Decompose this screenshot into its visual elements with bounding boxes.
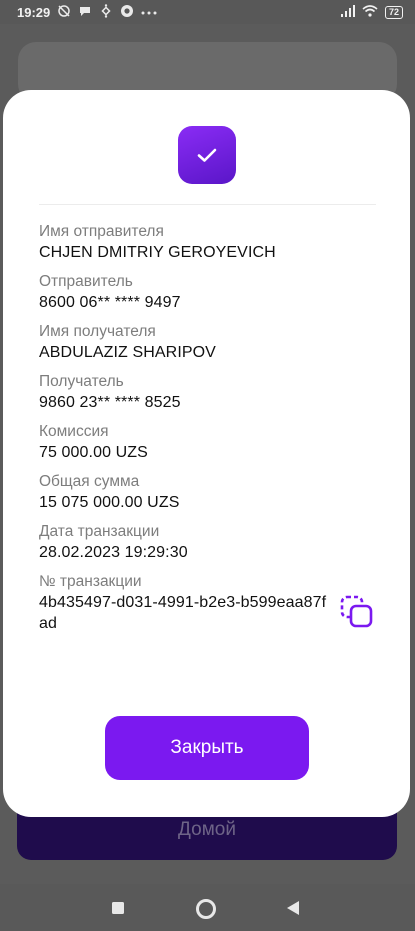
more-dots-icon [141, 5, 157, 19]
binance-icon [99, 3, 113, 21]
recipient-card-field: Получатель 9860 23** **** 8525 [39, 372, 379, 413]
field-value: 9860 23** **** 8525 [39, 394, 181, 411]
navigation-bar [0, 884, 415, 931]
sender-card-field: Отправитель 8600 06** **** 9497 [39, 272, 379, 313]
field-label: Имя получателя [39, 323, 156, 340]
field-label: № транзакции [39, 573, 142, 590]
back-triangle-icon [287, 901, 299, 915]
field-label: Имя отправителя [39, 223, 164, 240]
square-icon [112, 902, 124, 914]
divider [39, 204, 376, 205]
recents-button[interactable] [108, 898, 128, 918]
commission-field: Комиссия 75 000.00 UZS [39, 422, 379, 463]
status-bar: 19:29 72 [0, 0, 415, 24]
transaction-details: Имя отправителя CHJEN DMITRIY GEROYEVICH… [39, 222, 379, 643]
transaction-id-value: 4b435497-d031-4991-b2e3-b599eaa87fad [39, 594, 327, 632]
sender-name-field: Имя отправителя CHJEN DMITRIY GEROYEVICH [39, 222, 379, 263]
field-value: 75 000.00 UZS [39, 444, 148, 461]
transaction-receipt-modal: Имя отправителя CHJEN DMITRIY GEROYEVICH… [3, 90, 410, 817]
field-label: Дата транзакции [39, 523, 160, 540]
total-amount-field: Общая сумма 15 075 000.00 UZS [39, 472, 379, 513]
field-label: Получатель [39, 373, 124, 390]
signal-icon [340, 4, 355, 20]
chrome-icon [120, 4, 134, 21]
recipient-name-field: Имя получателя ABDULAZIZ SHARIPOV [39, 322, 379, 363]
status-left: 19:29 [17, 3, 157, 21]
checkmark-icon [197, 148, 217, 162]
copy-icon [340, 595, 373, 628]
transaction-date-field: Дата транзакции 28.02.2023 19:29:30 [39, 522, 379, 563]
transaction-id-row: 4b435497-d031-4991-b2e3-b599eaa87fad [39, 592, 379, 634]
battery-icon: 72 [384, 5, 403, 19]
field-value: ABDULAZIZ SHARIPOV [39, 344, 216, 361]
field-value: 15 075 000.00 UZS [39, 494, 180, 511]
status-right: 72 [340, 4, 403, 20]
sync-off-icon [57, 4, 71, 21]
home-nav-button[interactable] [194, 897, 218, 921]
field-label: Комиссия [39, 423, 109, 440]
success-check-badge [178, 126, 236, 184]
chat-bubble-icon [78, 4, 92, 21]
field-label: Отправитель [39, 273, 133, 290]
copy-button[interactable] [337, 592, 377, 632]
clock: 19:29 [17, 4, 51, 20]
field-value: 28.02.2023 19:29:30 [39, 544, 188, 561]
transaction-id-field: № транзакции 4b435497-d031-4991-b2e3-b59… [39, 572, 379, 634]
circle-icon [196, 899, 216, 919]
field-value: 8600 06** **** 9497 [39, 294, 181, 311]
field-label: Общая сумма [39, 473, 140, 490]
close-button[interactable]: Закрыть [105, 716, 309, 780]
wifi-icon [362, 4, 378, 20]
back-button[interactable] [283, 898, 303, 918]
field-value: CHJEN DMITRIY GEROYEVICH [39, 244, 276, 261]
